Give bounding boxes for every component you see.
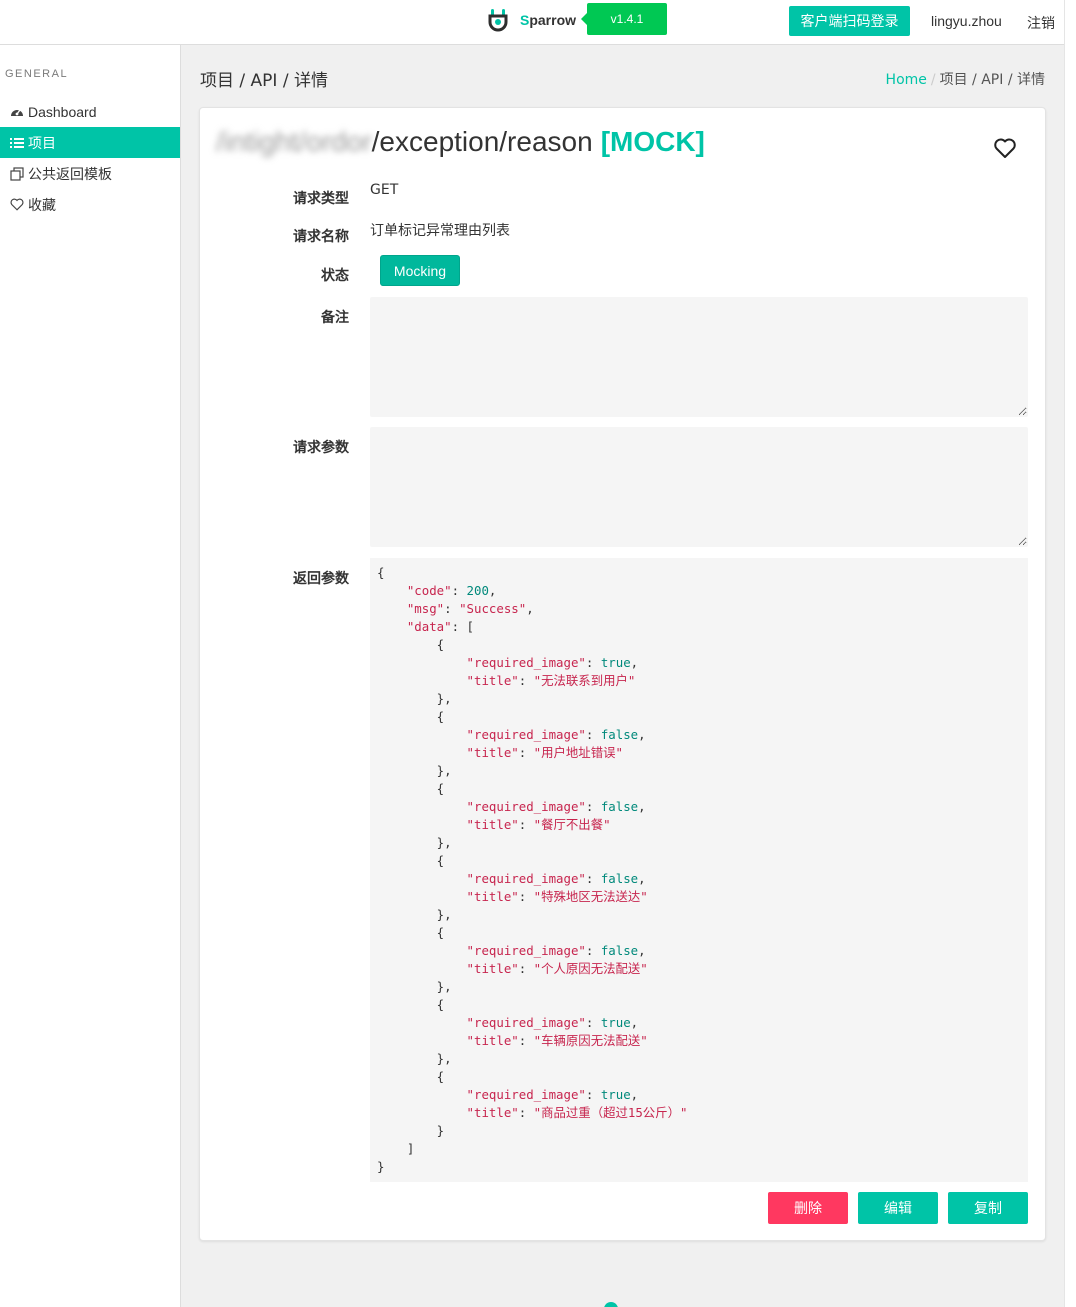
favorite-heart-icon[interactable] xyxy=(993,136,1017,160)
username-link[interactable]: lingyu.zhou xyxy=(931,13,1002,29)
list-icon xyxy=(10,136,24,150)
breadcrumb-separator: / xyxy=(930,72,936,88)
sidebar-item-label: 收藏 xyxy=(28,197,56,214)
sidebar-item-label: Dashboard xyxy=(28,103,97,120)
delete-button[interactable]: 删除 xyxy=(768,1192,848,1224)
sidebar-item-projects[interactable]: 项目 xyxy=(0,127,180,158)
sidebar: GENERAL Dashboard 项目 公共返回模板 收藏 xyxy=(0,45,181,1307)
top-navbar: Sparrow v1.4.1 客户端扫码登录 lingyu.zhou 注销 xyxy=(0,0,1076,45)
breadcrumb: Home / 项目 / API / 详情 xyxy=(886,69,1045,89)
copy-icon xyxy=(10,166,24,181)
scan-login-button[interactable]: 客户端扫码登录 xyxy=(789,6,910,36)
response-json-code[interactable]: { "code": 200, "msg": "Success", "data":… xyxy=(370,558,1028,1182)
plug-logo-icon xyxy=(488,9,508,32)
mocking-status-button[interactable]: Mocking xyxy=(380,255,460,286)
api-path-prefix-blurred: /intight/ordor xyxy=(216,126,372,157)
sidebar-item-templates[interactable]: 公共返回模板 xyxy=(0,158,180,189)
sidebar-item-label: 项目 xyxy=(28,135,56,152)
sidebar-item-dashboard[interactable]: Dashboard xyxy=(0,96,180,127)
api-detail-card: /intight/ordor/exception/reason [MOCK] 请求… xyxy=(199,107,1046,1241)
params-label: 请求参数 xyxy=(293,440,349,456)
remark-textarea[interactable] xyxy=(370,297,1028,417)
response-label: 返回参数 xyxy=(293,571,349,587)
edit-button[interactable]: 编辑 xyxy=(858,1192,938,1224)
breadcrumb-home-link[interactable]: Home xyxy=(886,72,927,88)
logout-link[interactable]: 注销 xyxy=(1027,13,1055,33)
status-label: 状态 xyxy=(321,268,349,284)
api-title: /intight/ordor/exception/reason [MOCK] xyxy=(216,126,705,158)
name-value: 订单标记异常理由列表 xyxy=(370,223,510,239)
brand[interactable]: Sparrow xyxy=(487,8,576,32)
sidebar-item-label: 公共返回模板 xyxy=(28,166,112,183)
params-textarea[interactable] xyxy=(370,427,1028,547)
version-badge: v1.4.1 xyxy=(581,3,667,35)
mock-tag: [MOCK] xyxy=(600,126,705,157)
method-value: GET xyxy=(370,182,399,198)
page-title: 项目 / API / 详情 xyxy=(200,71,328,91)
breadcrumb-current: 项目 / API / 详情 xyxy=(939,72,1045,88)
heart-icon xyxy=(10,198,24,212)
api-path: /exception/reason xyxy=(371,126,593,157)
copy-button[interactable]: 复制 xyxy=(948,1192,1028,1224)
scroll-indicator xyxy=(604,1302,618,1307)
method-label: 请求类型 xyxy=(293,191,349,207)
menu-section-label: GENERAL xyxy=(5,68,69,80)
remark-label: 备注 xyxy=(321,310,349,326)
brand-name: Sparrow xyxy=(520,12,577,28)
window-scrollbar[interactable] xyxy=(1064,0,1076,1307)
sidebar-item-favorites[interactable]: 收藏 xyxy=(0,189,180,220)
dashboard-icon xyxy=(10,105,24,119)
name-label: 请求名称 xyxy=(293,229,349,245)
